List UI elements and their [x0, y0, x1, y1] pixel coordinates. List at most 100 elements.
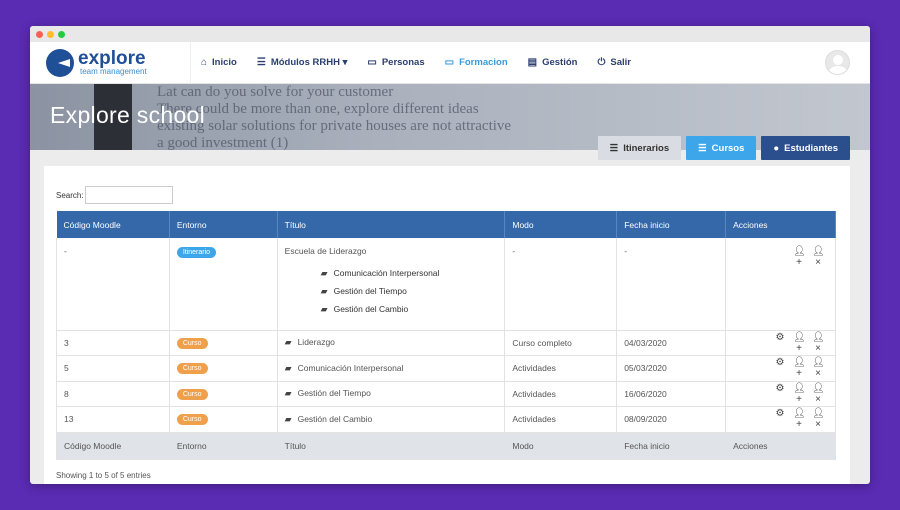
- nav-personas-label: Personas: [381, 57, 425, 68]
- table-row: 13 Curso ▰ Gestión del Cambio Actividades…: [56, 406, 836, 433]
- cell-modo: Actividades: [504, 381, 618, 407]
- cell-acciones: 👤︎+ 👤︎×: [725, 238, 836, 331]
- cell-modo: Actividades: [504, 355, 618, 382]
- table-row: 3 Curso ▰ Liderazgo Curso completo 04/03/…: [56, 330, 836, 356]
- cell-acciones: ⚙ 👤︎+ 👤︎×: [725, 406, 836, 433]
- remove-user-icon[interactable]: 👤︎×: [812, 357, 825, 379]
- foot-codigo: Código Moodle: [56, 432, 170, 460]
- minimize-dot[interactable]: [47, 30, 54, 38]
- folder-open-icon: ▰: [284, 413, 292, 424]
- calendar-icon: ▭: [367, 57, 377, 68]
- search-label: Search:: [56, 190, 84, 200]
- foot-titulo: Título: [277, 432, 506, 460]
- cell-fecha: -: [616, 238, 727, 331]
- cell-titulo: ▰ Gestión del Cambio: [277, 406, 506, 433]
- cell-fecha: 08/09/2020: [616, 406, 727, 433]
- table-info: Showing 1 to 5 of 5 entries: [56, 470, 151, 480]
- power-icon: ⏻: [597, 57, 606, 68]
- settings-icon[interactable]: ⚙: [774, 357, 786, 379]
- nav-gestion[interactable]: ▤ Gestión: [518, 57, 588, 68]
- list-item[interactable]: ▰ Comunicación Interpersonal: [321, 264, 498, 282]
- folder-open-icon: ▰: [284, 362, 292, 373]
- remove-user-icon[interactable]: 👤︎×: [812, 408, 825, 430]
- cell-entorno: Curso: [169, 355, 278, 382]
- nav-personas[interactable]: ▭ Personas: [357, 57, 434, 68]
- table-header-row: Código Moodle Entorno Título Modo Fecha …: [56, 211, 836, 238]
- col-fecha[interactable]: Fecha inicio: [616, 211, 727, 238]
- col-modo[interactable]: Modo: [504, 211, 618, 238]
- close-dot[interactable]: [36, 30, 43, 38]
- col-acciones[interactable]: Acciones: [725, 211, 836, 238]
- list-item[interactable]: ▰ Gestión del Cambio: [321, 300, 498, 318]
- window-titlebar: [30, 26, 870, 42]
- folder-open-icon: ▰: [320, 267, 328, 278]
- nav-salir[interactable]: ⏻ Salir: [587, 57, 641, 68]
- curso-badge: Curso: [176, 414, 208, 426]
- folder-open-icon: ▰: [284, 388, 292, 399]
- logo-mark-icon: [46, 48, 74, 77]
- list-icon: ☰: [256, 57, 266, 68]
- col-entorno[interactable]: Entorno: [169, 211, 278, 238]
- cell-codigo: -: [56, 238, 170, 331]
- cell-titulo: Escuela de Liderazgo ▰ Comunicación Inter…: [277, 238, 506, 331]
- nav-modulos-label: Módulos RRHH ▾: [270, 57, 348, 68]
- itinerary-subitems: ▰ Comunicación Interpersonal ▰ Gestión del…: [321, 264, 498, 318]
- add-user-icon[interactable]: 👤︎+: [793, 383, 806, 405]
- nav-formacion-label: Formacion: [459, 57, 508, 68]
- maximize-dot[interactable]: [58, 30, 65, 38]
- list-item[interactable]: ▰ Gestión del Tiempo: [321, 282, 498, 300]
- cell-codigo: 5: [56, 355, 170, 382]
- list-icon: ☰: [698, 142, 707, 154]
- calendar-icon: ▭: [444, 57, 455, 68]
- page-title: Explore school: [50, 102, 206, 128]
- main-nav: ⌂ Inicio ☰ Módulos RRHH ▾ ▭ Personas ▭ F…: [190, 41, 641, 84]
- folder-open-icon: ▰: [320, 303, 328, 314]
- curso-badge: Curso: [176, 388, 208, 400]
- nav-modulos-rrhh[interactable]: ☰ Módulos RRHH ▾: [247, 57, 358, 68]
- col-titulo[interactable]: Título: [277, 211, 506, 238]
- home-icon: ⌂: [201, 57, 208, 68]
- col-codigo[interactable]: Código Moodle: [56, 211, 170, 238]
- nav-gestion-label: Gestión: [542, 57, 578, 68]
- remove-user-icon[interactable]: 👤︎×: [812, 332, 825, 354]
- main-content: Search: Código Moodle Entorno Título Mod…: [44, 166, 850, 484]
- tab-itinerarios-label: Itinerarios: [623, 142, 670, 154]
- settings-icon[interactable]: ⚙: [774, 383, 786, 405]
- courses-table: Código Moodle Entorno Título Modo Fecha …: [56, 211, 836, 460]
- cell-entorno: Curso: [169, 381, 278, 407]
- nav-formacion[interactable]: ▭ Formacion: [435, 57, 518, 68]
- cell-entorno: Curso: [169, 406, 278, 433]
- add-user-icon[interactable]: 👤︎+: [793, 357, 806, 379]
- tab-estudiantes[interactable]: ● Estudiantes: [761, 136, 850, 160]
- table-row: - Itinerario Escuela de Liderazgo ▰ Comun…: [56, 238, 836, 331]
- cell-codigo: 8: [56, 381, 170, 407]
- add-user-icon[interactable]: 👤︎+: [793, 246, 806, 268]
- itinerary-title: Escuela de Liderazgo: [284, 246, 367, 256]
- tab-itinerarios[interactable]: ☰ Itinerarios: [597, 136, 682, 160]
- table-footer-row: Código Moodle Entorno Título Modo Fecha …: [56, 432, 836, 460]
- brand-logo[interactable]: explore team management: [46, 48, 166, 77]
- foot-entorno: Entorno: [169, 432, 278, 460]
- nav-inicio[interactable]: ⌂ Inicio: [191, 57, 247, 68]
- remove-user-icon[interactable]: 👤︎×: [812, 383, 825, 405]
- cell-entorno: Itinerario: [169, 238, 278, 331]
- foot-modo: Modo: [504, 432, 618, 460]
- remove-user-icon[interactable]: 👤︎×: [812, 246, 825, 268]
- settings-icon[interactable]: ⚙: [774, 408, 786, 430]
- tab-cursos[interactable]: ☰ Cursos: [686, 136, 757, 160]
- settings-icon[interactable]: ⚙: [774, 332, 786, 354]
- add-user-icon[interactable]: 👤︎+: [793, 332, 806, 354]
- cell-titulo: ▰ Comunicación Interpersonal: [277, 355, 506, 382]
- cell-acciones: ⚙ 👤︎+ 👤︎×: [725, 381, 836, 407]
- user-icon: ●: [773, 142, 780, 154]
- user-avatar[interactable]: [825, 50, 850, 75]
- list-icon: ☰: [609, 142, 619, 154]
- view-tabs: ☰ Itinerarios ☰ Cursos ● Estudiantes: [597, 136, 850, 160]
- nav-inicio-label: Inicio: [212, 57, 237, 68]
- nav-salir-label: Salir: [610, 57, 631, 68]
- top-navbar: explore team management ⌂ Inicio ☰ Módul…: [30, 41, 870, 84]
- add-user-icon[interactable]: 👤︎+: [793, 408, 806, 430]
- cell-titulo: ▰ Gestión del Tiempo: [277, 381, 506, 407]
- search-input[interactable]: [84, 186, 173, 204]
- brand-name: explore: [78, 48, 146, 69]
